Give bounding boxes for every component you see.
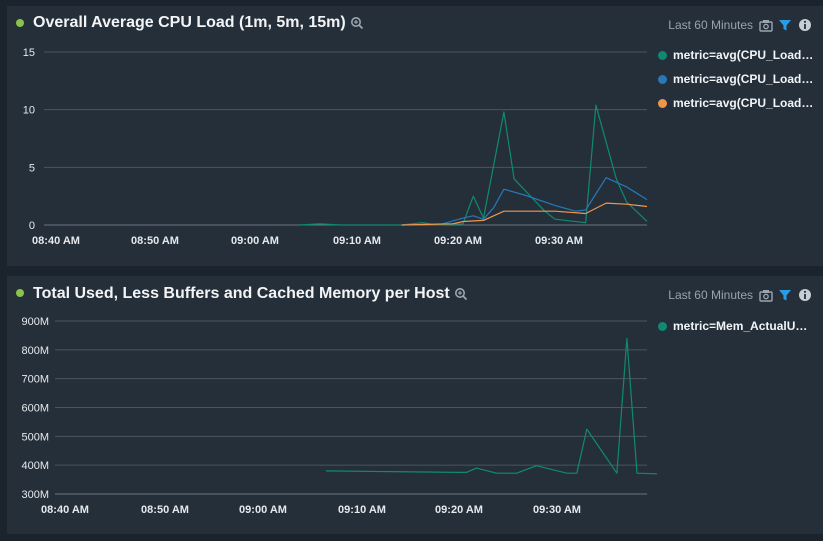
y-tick-label: 300M — [21, 489, 49, 501]
x-tick-label: 08:50 AM — [131, 235, 179, 247]
x-tick-label: 08:40 AM — [32, 235, 80, 247]
y-tick-label: 15 — [23, 47, 35, 59]
y-tick-label: 0 — [29, 220, 35, 232]
series-line-2[interactable] — [401, 202, 648, 226]
y-tick-label: 500M — [21, 431, 49, 443]
memory-panel: Total Used, Less Buffers and Cached Memo… — [7, 276, 823, 534]
x-tick-label: 08:40 AM — [41, 504, 89, 516]
series-line-0[interactable] — [299, 104, 648, 226]
x-tick-label: 09:20 AM — [434, 235, 482, 247]
x-tick-label: 09:20 AM — [435, 504, 483, 516]
y-tick-label: 400M — [21, 460, 49, 472]
x-tick-label: 09:00 AM — [239, 504, 287, 516]
x-tick-label: 09:10 AM — [333, 235, 381, 247]
x-tick-label: 09:10 AM — [338, 504, 386, 516]
series-line-1[interactable] — [401, 177, 648, 226]
series-line-0[interactable] — [325, 337, 658, 475]
y-tick-label: 800M — [21, 345, 49, 357]
cpu-load-chart: 0 5 10 15 08:40 AM 08:50 AM 09:00 AM 09:10 AM 09… — [23, 47, 648, 247]
y-tick-label: 10 — [23, 105, 35, 117]
x-tick-label: 09:30 AM — [535, 235, 583, 247]
cpu-load-panel: Overall Average CPU Load (1m, 5m, 15m) L… — [7, 6, 823, 266]
memory-chart: 300M 400M 500M 600M 700M 800M 900M 08:40 AM 08:5… — [21, 316, 658, 516]
x-tick-label: 09:00 AM — [231, 235, 279, 247]
x-tick-label: 08:50 AM — [141, 504, 189, 516]
y-tick-label: 900M — [21, 316, 49, 328]
x-tick-label: 09:30 AM — [533, 504, 581, 516]
y-tick-label: 600M — [21, 403, 49, 415]
y-tick-label: 5 — [29, 162, 35, 174]
y-tick-label: 700M — [21, 374, 49, 386]
